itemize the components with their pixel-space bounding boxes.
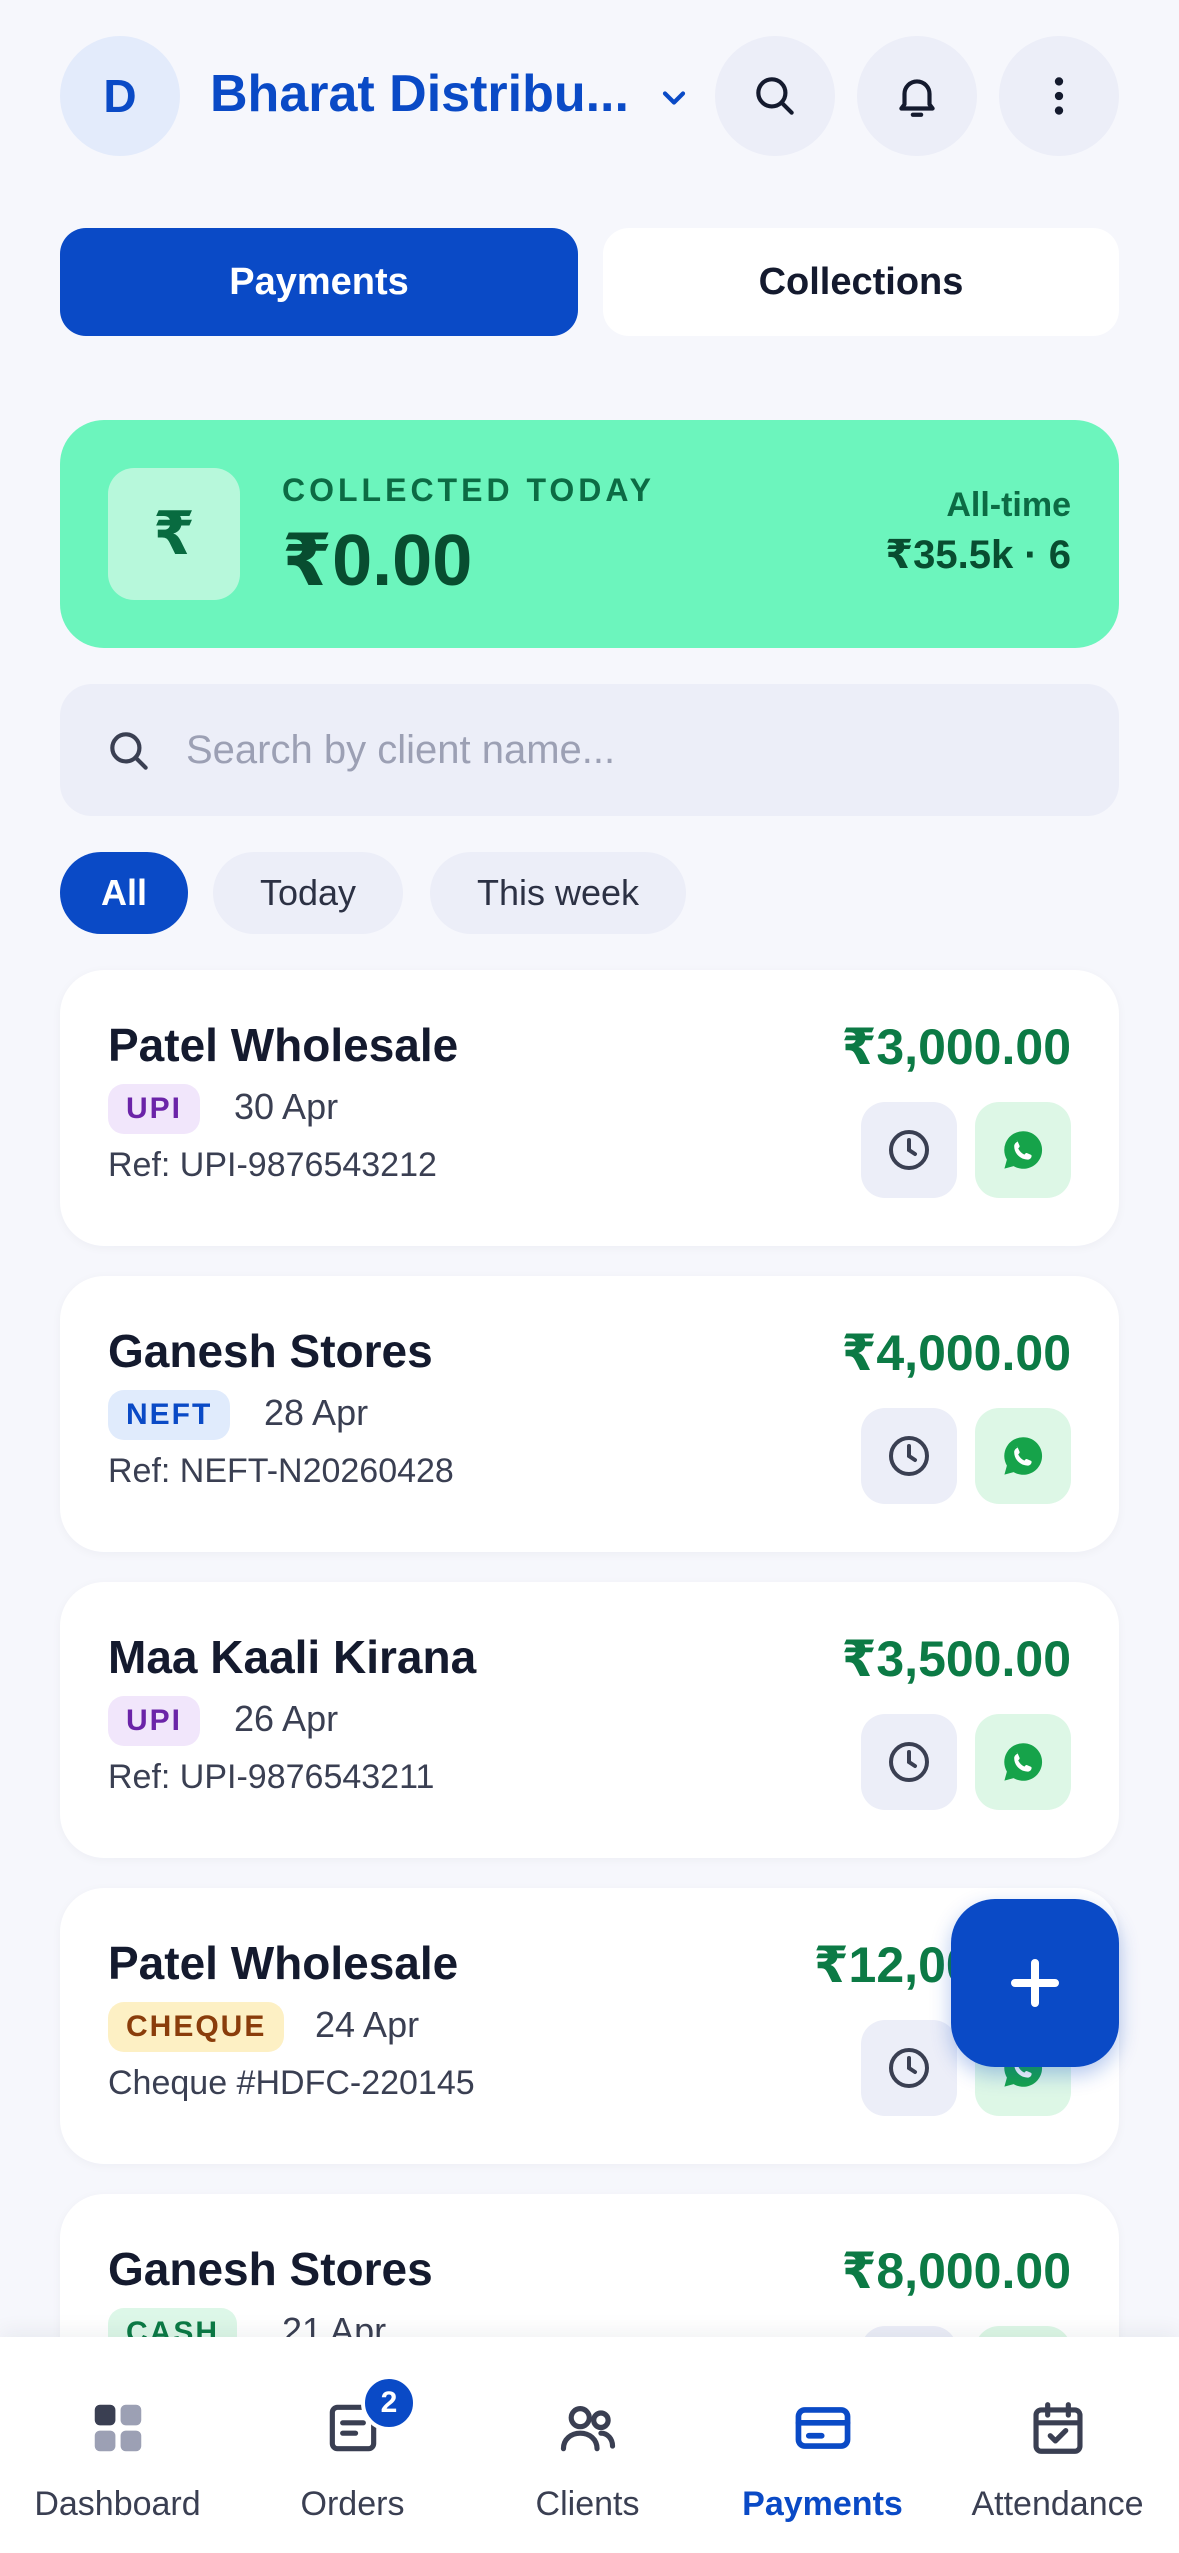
search-button[interactable] bbox=[715, 36, 835, 156]
whatsapp-icon bbox=[1004, 1437, 1043, 1475]
nav-dashboard[interactable]: Dashboard bbox=[0, 2337, 235, 2553]
tab-payments[interactable]: Payments bbox=[60, 228, 578, 336]
nav-orders[interactable]: 2 Orders bbox=[235, 2337, 470, 2553]
whatsapp-button[interactable] bbox=[975, 1102, 1071, 1198]
payment-amount: ₹4,000.00 bbox=[841, 1325, 1071, 1381]
filter-this-week[interactable]: This week bbox=[430, 852, 686, 934]
alltime-value: ₹35.5k · 6 bbox=[885, 533, 1071, 577]
nav-payments[interactable]: Payments bbox=[705, 2337, 940, 2553]
bell-icon bbox=[899, 79, 935, 117]
rupee-icon: ₹ bbox=[108, 468, 240, 600]
orders-count-badge: 2 bbox=[361, 2375, 417, 2431]
method-badge: UPI bbox=[108, 1696, 201, 1746]
card-icon bbox=[795, 2407, 851, 2449]
payment-ref: Ref: UPI-9876543211 bbox=[108, 1758, 435, 1796]
notifications-button[interactable] bbox=[857, 36, 977, 156]
payment-ref: Ref: UPI-9876543212 bbox=[108, 1146, 437, 1184]
history-button[interactable] bbox=[861, 1408, 957, 1504]
avatar[interactable]: D bbox=[60, 36, 180, 156]
clock-icon bbox=[889, 1130, 929, 1170]
whatsapp-button[interactable] bbox=[975, 1408, 1071, 1504]
history-button[interactable] bbox=[861, 1102, 957, 1198]
filter-all[interactable]: All bbox=[60, 852, 188, 934]
history-button[interactable] bbox=[861, 2020, 957, 2116]
nav-label: Attendance bbox=[971, 2485, 1144, 2523]
client-name: Patel Wholesale bbox=[108, 1937, 459, 1989]
more-button[interactable] bbox=[999, 36, 1119, 156]
client-name: Ganesh Stores bbox=[108, 1325, 433, 1377]
method-badge: CHEQUE bbox=[108, 2002, 285, 2052]
search-icon bbox=[756, 77, 794, 115]
alltime-label: All-time bbox=[946, 486, 1071, 524]
nav-clients[interactable]: Clients bbox=[470, 2337, 705, 2553]
nav-label: Clients bbox=[535, 2485, 640, 2523]
payment-date: 24 Apr bbox=[315, 2004, 420, 2045]
grid-icon bbox=[94, 2404, 142, 2452]
clock-icon bbox=[889, 1436, 929, 1476]
add-payment-button[interactable] bbox=[951, 1899, 1119, 2067]
client-name: Ganesh Stores bbox=[108, 2243, 433, 2295]
method-badge: UPI bbox=[108, 1084, 201, 1134]
search-bar bbox=[60, 684, 1119, 816]
filter-today[interactable]: Today bbox=[213, 852, 403, 934]
collected-today-label: COLLECTED TODAY bbox=[282, 472, 655, 508]
nav-attendance[interactable]: Attendance bbox=[940, 2337, 1175, 2553]
search-icon bbox=[110, 732, 148, 770]
payment-date: 28 Apr bbox=[264, 1392, 369, 1433]
whatsapp-button[interactable] bbox=[975, 1714, 1071, 1810]
whatsapp-icon bbox=[1004, 1131, 1043, 1169]
history-button[interactable] bbox=[861, 1714, 957, 1810]
calendar-check-icon bbox=[1033, 2402, 1083, 2454]
payment-ref: Ref: NEFT-N20260428 bbox=[108, 1452, 454, 1490]
collected-today-amount: ₹0.00 bbox=[282, 521, 473, 601]
clock-icon bbox=[889, 1742, 929, 1782]
search-input[interactable] bbox=[186, 684, 1086, 816]
payment-ref: Cheque #HDFC-220145 bbox=[108, 2064, 475, 2102]
collected-today-card: ₹ COLLECTED TODAY ₹0.00 All-time ₹35.5k … bbox=[60, 420, 1119, 648]
tab-collections[interactable]: Collections bbox=[603, 228, 1119, 336]
payment-card[interactable]: Ganesh Stores NEFT 28 Apr Ref: NEFT-N202… bbox=[60, 1276, 1119, 1552]
payment-amount: ₹8,000.00 bbox=[841, 2243, 1071, 2299]
whatsapp-icon bbox=[1004, 1743, 1043, 1781]
payment-card[interactable]: Maa Kaali Kirana UPI 26 Apr Ref: UPI-987… bbox=[60, 1582, 1119, 1858]
tab-bar: Payments Collections bbox=[60, 228, 1119, 336]
payment-amount: ₹3,000.00 bbox=[841, 1019, 1071, 1075]
clock-icon bbox=[889, 2048, 929, 2088]
payment-amount: ₹3,500.00 bbox=[841, 1631, 1071, 1687]
nav-label: Payments bbox=[742, 2485, 903, 2523]
plus-icon bbox=[1011, 1959, 1059, 2007]
chevron-down-icon[interactable] bbox=[656, 80, 692, 116]
method-badge: NEFT bbox=[108, 1390, 231, 1440]
top-bar: D Bharat Distribu... bbox=[60, 36, 1119, 156]
client-name: Maa Kaali Kirana bbox=[108, 1631, 477, 1683]
client-name: Patel Wholesale bbox=[108, 1019, 459, 1071]
users-icon bbox=[560, 2406, 616, 2452]
payment-date: 26 Apr bbox=[234, 1698, 339, 1739]
bottom-nav: Dashboard 2 Orders Clients Payments Atte… bbox=[0, 2337, 1179, 2553]
nav-label: Dashboard bbox=[34, 2485, 201, 2523]
business-name[interactable]: Bharat Distribu... bbox=[210, 64, 700, 124]
payment-date: 30 Apr bbox=[234, 1086, 339, 1127]
payment-card[interactable]: Patel Wholesale UPI 30 Apr Ref: UPI-9876… bbox=[60, 970, 1119, 1246]
nav-label: Orders bbox=[300, 2485, 405, 2523]
more-vertical-icon bbox=[1054, 77, 1064, 115]
